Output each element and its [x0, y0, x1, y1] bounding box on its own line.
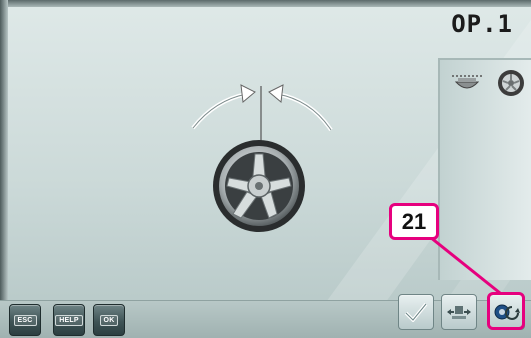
confirm-button[interactable]: [398, 294, 434, 330]
help-button[interactable]: HELP: [53, 304, 85, 336]
alloy-wheel-icon: [213, 140, 305, 232]
arrows-cycle-icon: [447, 306, 471, 319]
callout-highlight-frame: [487, 292, 525, 330]
ok-button-label: OK: [99, 314, 119, 326]
esc-button-label: ESC: [13, 314, 37, 326]
screen-frame-top: [0, 0, 531, 7]
help-button-label: HELP: [55, 314, 83, 326]
esc-button[interactable]: ESC: [9, 304, 41, 336]
callout-number-badge: 21: [389, 203, 439, 240]
cycle-button[interactable]: [441, 294, 477, 330]
checkmark-icon: [404, 302, 428, 322]
ok-button[interactable]: OK: [93, 304, 125, 336]
operation-label: OP.1: [451, 10, 513, 38]
machine-screen: OP.1 ESC HELP OK 21: [0, 0, 531, 338]
screen-frame-left: [0, 0, 8, 338]
inward-arrows-icon: [191, 84, 333, 142]
wheel-icon: [498, 70, 524, 96]
tyre-profile-icon: [452, 75, 482, 89]
